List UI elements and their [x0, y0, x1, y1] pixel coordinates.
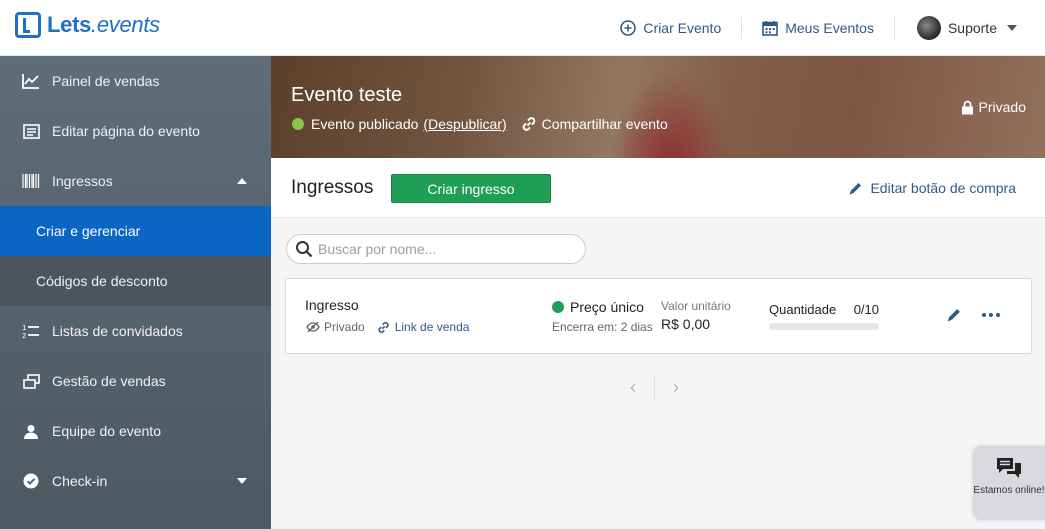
sidebar-item-label: Gestão de vendas: [52, 373, 166, 389]
logo-icon: [15, 12, 41, 38]
sidebar-item-tickets[interactable]: Ingressos: [0, 156, 271, 206]
svg-text:2: 2: [22, 332, 26, 339]
sidebar: Painel de vendas Editar página do evento…: [0, 56, 271, 529]
price-type: Preço único: [570, 299, 644, 315]
chat-bubbles-icon: [997, 458, 1021, 478]
svg-text:1: 1: [22, 324, 26, 332]
logo[interactable]: Lets.events: [15, 12, 160, 38]
chat-status-text: Estamos online!: [973, 485, 1045, 496]
unit-price-label: Valor unitário: [661, 299, 731, 313]
top-nav: Criar Evento Meus Eventos Suporte: [600, 0, 1045, 56]
quantity-progress-bar: [769, 323, 879, 330]
price-info: Preço único Encerra em: 2 dias: [552, 299, 653, 334]
pencil-icon[interactable]: [946, 307, 962, 323]
logo-text: Lets.events: [47, 12, 160, 37]
quantity-label: Quantidade: [769, 302, 837, 317]
event-status-row: Evento publicado (Despublicar) Compartil…: [292, 116, 668, 132]
chevron-down-icon: [237, 478, 247, 484]
check-circle-icon: [22, 472, 40, 490]
barcode-icon: [22, 172, 40, 190]
ticket-card: Ingresso Privado Link de venda Preço úni…: [285, 278, 1032, 354]
search-icon: [296, 241, 313, 258]
top-bar: Lets.events Criar Evento Meus Eventos Su…: [0, 0, 1045, 56]
chat-widget[interactable]: Estamos online!: [973, 446, 1045, 520]
sidebar-item-edit-page[interactable]: Editar página do evento: [0, 106, 271, 156]
user-name: Suporte: [947, 20, 997, 36]
eye-slash-icon: [306, 321, 320, 333]
edit-buy-button-link[interactable]: Editar botão de compra: [848, 180, 1016, 196]
status-dot-icon: [552, 301, 564, 313]
windows-icon: [22, 372, 40, 390]
sidebar-item-check-in[interactable]: Check-in: [0, 456, 271, 506]
unpublish-link[interactable]: (Despublicar): [423, 116, 506, 132]
page-title: Ingressos: [291, 177, 374, 198]
pencil-icon: [849, 182, 862, 194]
sidebar-subitem-create-manage[interactable]: Criar e gerenciar: [0, 206, 271, 256]
chevron-up-icon: [237, 178, 247, 184]
lock-icon: [961, 100, 973, 114]
sidebar-item-label: Códigos de desconto: [36, 273, 168, 289]
prev-page-button[interactable]: ‹: [618, 375, 648, 399]
sale-link[interactable]: Link de venda: [377, 320, 470, 334]
create-event-label: Criar Evento: [643, 20, 722, 36]
avatar: [916, 16, 941, 40]
pagination-divider: [654, 375, 655, 399]
quantity-row: Quantidade 0/10: [769, 302, 879, 317]
sidebar-item-sales-management[interactable]: Gestão de vendas: [0, 356, 271, 406]
ticket-actions: [946, 307, 1001, 323]
unit-price: Valor unitário R$ 0,00: [661, 299, 731, 332]
price-type-row: Preço único: [552, 299, 653, 315]
more-options-icon[interactable]: [980, 313, 1001, 317]
sidebar-item-label: Check-in: [52, 473, 108, 489]
search-input[interactable]: [318, 241, 568, 257]
sidebar-item-label: Criar e gerenciar: [36, 223, 141, 239]
event-banner: Evento teste Evento publicado (Despublic…: [271, 56, 1045, 158]
page-icon: [22, 122, 40, 140]
sidebar-item-sales-dashboard[interactable]: Painel de vendas: [0, 56, 271, 106]
search-box: [286, 234, 586, 264]
chevron-down-icon: [1007, 25, 1017, 31]
sidebar-item-label: Ingressos: [52, 173, 113, 189]
sidebar-item-event-team[interactable]: Equipe do evento: [0, 406, 271, 456]
unit-price-value: R$ 0,00: [661, 316, 711, 332]
sale-link-label: Link de venda: [394, 320, 470, 334]
ticket-name: Ingresso: [305, 297, 359, 313]
numbered-list-icon: 12: [22, 322, 40, 340]
sidebar-item-label: Listas de convidados: [52, 323, 183, 339]
status-dot-icon: [292, 118, 304, 130]
ticket-visibility: Privado: [324, 320, 365, 334]
my-events-link[interactable]: Meus Eventos: [742, 17, 894, 39]
link-icon: [522, 117, 535, 131]
calendar-icon: [762, 21, 779, 36]
chart-line-icon: [22, 72, 40, 90]
edit-buy-label: Editar botão de compra: [870, 180, 1016, 196]
share-label: Compartilhar evento: [541, 116, 668, 132]
ticket-ends: Encerra em: 2 dias: [552, 320, 653, 334]
quantity-info: Quantidade 0/10: [769, 302, 879, 330]
sidebar-subitem-discount-codes[interactable]: Códigos de desconto: [0, 256, 271, 306]
sidebar-item-guest-lists[interactable]: 12 Listas de convidados: [0, 306, 271, 356]
user-menu[interactable]: Suporte: [895, 16, 1045, 40]
privacy-label: Privado: [978, 99, 1026, 115]
create-event-link[interactable]: Criar Evento: [600, 17, 741, 39]
plus-circle-icon: [620, 20, 637, 36]
event-status: Evento publicado: [311, 116, 419, 132]
tickets-header: Ingressos Criar ingresso Editar botão de…: [271, 158, 1045, 218]
event-title: Evento teste: [291, 84, 403, 106]
link-icon: [378, 321, 389, 333]
pagination: ‹ ›: [618, 375, 691, 399]
privacy-status: Privado: [961, 99, 1026, 115]
quantity-value: 0/10: [853, 302, 879, 317]
sidebar-item-label: Editar página do evento: [52, 123, 200, 139]
share-event-link[interactable]: Compartilhar evento: [521, 116, 668, 132]
users-icon: [22, 422, 40, 440]
my-events-label: Meus Eventos: [785, 20, 874, 36]
sidebar-item-label: Painel de vendas: [52, 73, 160, 89]
ticket-meta: Privado Link de venda: [306, 320, 469, 334]
sidebar-item-label: Equipe do evento: [52, 423, 161, 439]
create-ticket-button[interactable]: Criar ingresso: [391, 174, 551, 203]
next-page-button[interactable]: ›: [661, 375, 691, 399]
